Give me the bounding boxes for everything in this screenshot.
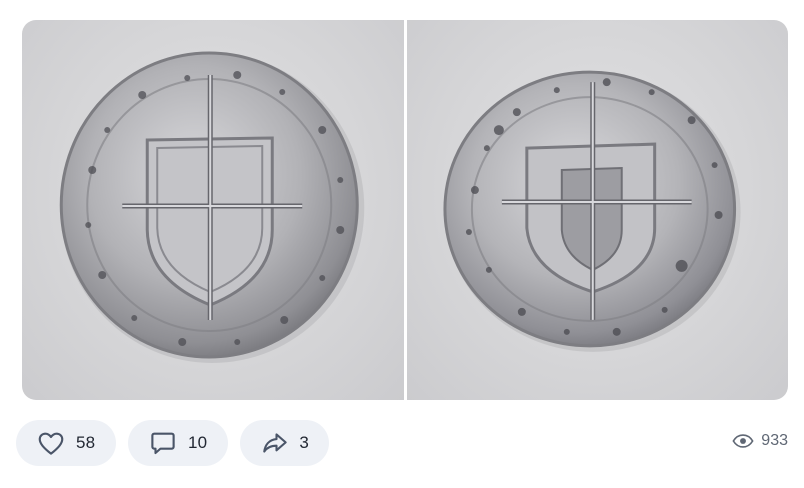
like-count: 58: [76, 433, 96, 452]
comment-count: 10: [188, 433, 208, 452]
share-count: 3: [299, 433, 309, 452]
coin-obverse-image: [59, 51, 365, 363]
comment-button[interactable]: 10: [128, 420, 228, 466]
post-actions-bar: 58 10 3: [16, 420, 329, 466]
like-button[interactable]: 58: [16, 420, 116, 466]
photo-right-coin-reverse[interactable]: [406, 20, 788, 400]
comment-icon: [151, 432, 175, 455]
photo-gallery: [22, 20, 788, 400]
photo-left-coin-obverse[interactable]: [22, 20, 404, 400]
views-count: 933: [761, 432, 788, 449]
share-button[interactable]: 3: [240, 420, 329, 466]
views-counter: 933: [732, 432, 788, 450]
eye-icon: [732, 434, 754, 448]
heart-icon: [38, 432, 64, 455]
share-icon: [263, 433, 287, 453]
coin-reverse-image: [442, 70, 741, 352]
